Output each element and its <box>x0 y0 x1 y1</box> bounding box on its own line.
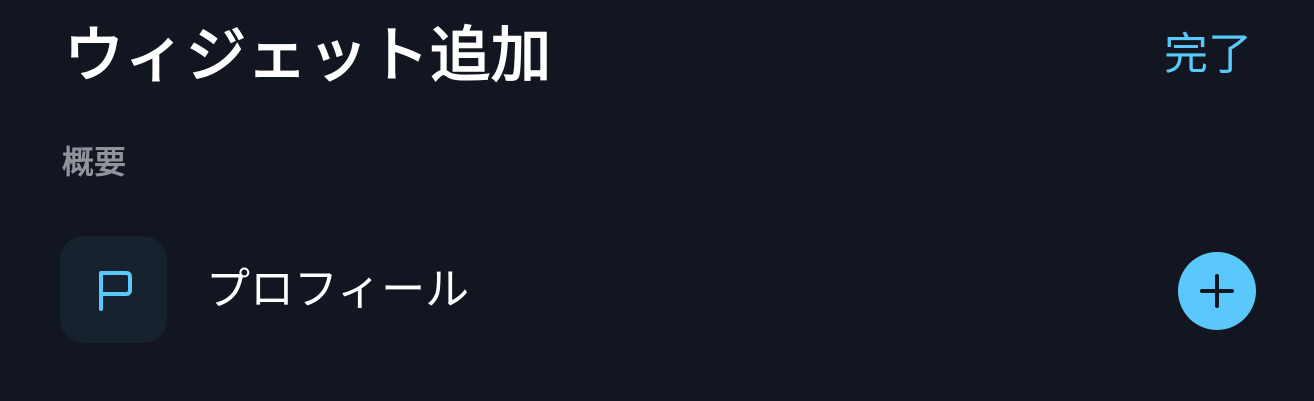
plus-icon <box>1200 274 1234 308</box>
widget-icon-tile <box>60 236 167 343</box>
done-button[interactable]: 完了 <box>1164 26 1252 84</box>
flag-icon <box>98 270 132 311</box>
add-widget-screen: ウィジェット追加 完了 概要 プロフィール <box>0 0 1314 401</box>
add-widget-button[interactable] <box>1178 252 1256 330</box>
widget-label: プロフィール <box>206 264 470 315</box>
section-header-overview: 概要 <box>62 143 127 181</box>
widget-row-profile: プロフィール <box>60 236 1256 344</box>
page-title: ウィジェット追加 <box>64 21 552 91</box>
